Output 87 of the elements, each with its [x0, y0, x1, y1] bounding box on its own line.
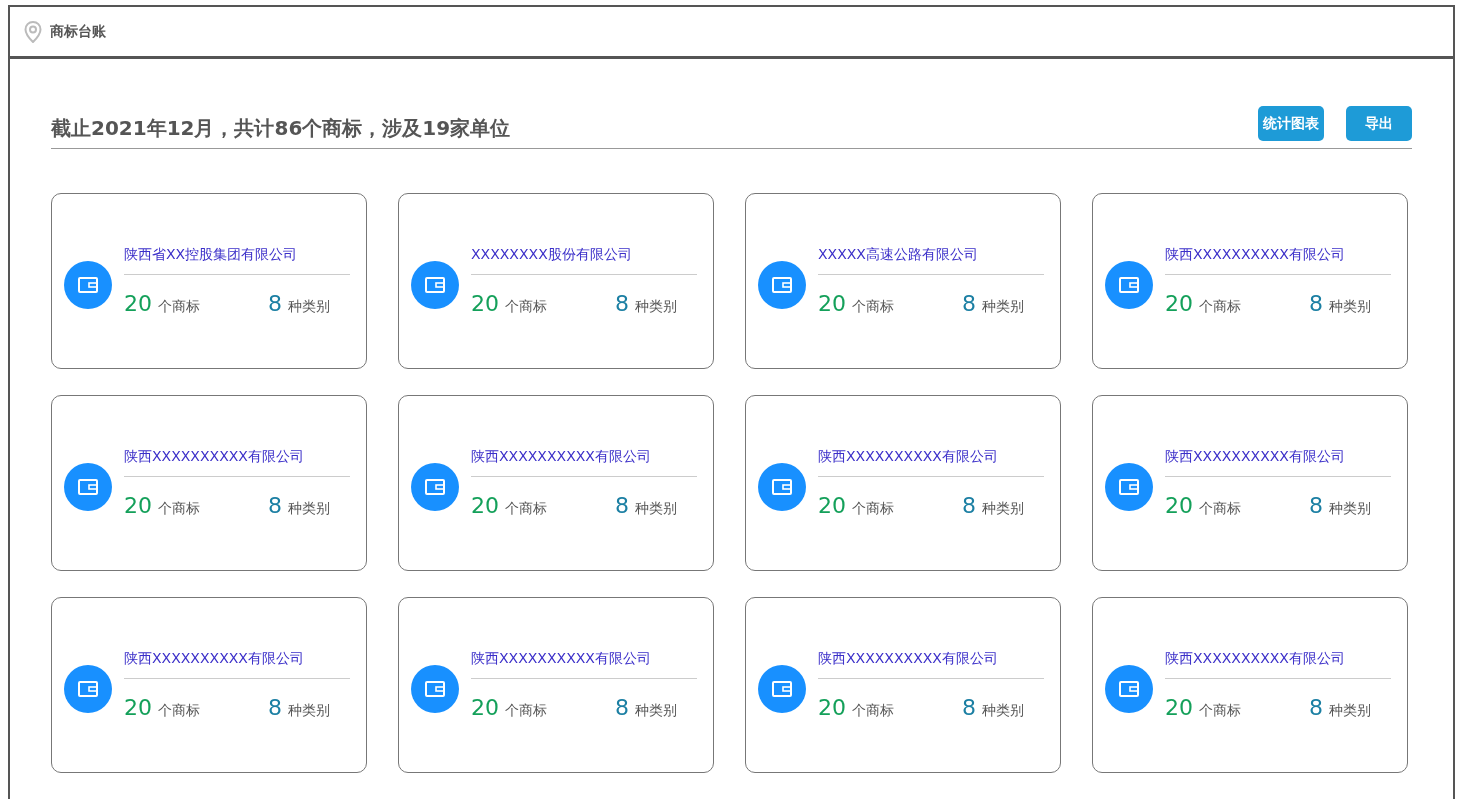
- trademark-unit: 个商标: [852, 702, 894, 720]
- trademark-unit: 个商标: [505, 500, 547, 518]
- wallet-icon: [425, 479, 445, 495]
- trademark-count: 20: [1165, 493, 1193, 518]
- category-count: 8: [268, 493, 282, 518]
- category-count: 8: [1309, 695, 1323, 720]
- company-card[interactable]: 陕西XXXXXXXXXX有限公司 20 个商标 8 种类别: [745, 597, 1061, 773]
- category-unit: 种类别: [982, 298, 1024, 316]
- trademark-count: 20: [471, 695, 499, 720]
- category-unit: 种类别: [635, 298, 677, 316]
- trademark-count: 20: [1165, 291, 1193, 316]
- trademark-unit: 个商标: [1199, 298, 1241, 316]
- category-count: 8: [1309, 493, 1323, 518]
- location-pin-icon: [24, 20, 42, 43]
- company-card[interactable]: 陕西XXXXXXXXXX有限公司 20 个商标 8 种类别: [51, 597, 367, 773]
- category-unit: 种类别: [1329, 500, 1371, 518]
- company-card[interactable]: 陕西XXXXXXXXXX有限公司 20 个商标 8 种类别: [745, 395, 1061, 571]
- trademark-unit: 个商标: [1199, 702, 1241, 720]
- company-name: 陕西XXXXXXXXXX有限公司: [124, 448, 350, 477]
- company-card[interactable]: 陕西XXXXXXXXXX有限公司 20 个商标 8 种类别: [1092, 193, 1408, 369]
- company-name: 陕西XXXXXXXXXX有限公司: [1165, 448, 1391, 477]
- company-name: 陕西XXXXXXXXXX有限公司: [818, 448, 1044, 477]
- trademark-count: 20: [1165, 695, 1193, 720]
- company-name: 陕西省XX控股集团有限公司: [124, 246, 350, 275]
- company-card[interactable]: 陕西XXXXXXXXXX有限公司 20 个商标 8 种类别: [1092, 395, 1408, 571]
- category-count: 8: [962, 291, 976, 316]
- company-name: 陕西XXXXXXXXXX有限公司: [471, 650, 697, 679]
- category-count: 8: [962, 493, 976, 518]
- trademark-count: 20: [124, 493, 152, 518]
- company-card[interactable]: 陕西XXXXXXXXXX有限公司 20 个商标 8 种类别: [1092, 597, 1408, 773]
- trademark-count: 20: [818, 291, 846, 316]
- company-name: XXXXXXXX股份有限公司: [471, 246, 697, 275]
- trademark-count: 20: [124, 291, 152, 316]
- category-unit: 种类别: [288, 702, 330, 720]
- category-unit: 种类别: [635, 702, 677, 720]
- trademark-unit: 个商标: [1199, 500, 1241, 518]
- category-count: 8: [268, 291, 282, 316]
- wallet-icon: [425, 681, 445, 697]
- wallet-icon: [772, 479, 792, 495]
- wallet-icon: [78, 681, 98, 697]
- trademark-count: 20: [818, 493, 846, 518]
- company-name: 陕西XXXXXXXXXX有限公司: [818, 650, 1044, 679]
- trademark-unit: 个商标: [505, 298, 547, 316]
- company-card[interactable]: 陕西省XX控股集团有限公司 20 个商标 8 种类别: [51, 193, 367, 369]
- wallet-icon: [772, 277, 792, 293]
- category-unit: 种类别: [288, 500, 330, 518]
- company-name: 陕西XXXXXXXXXX有限公司: [1165, 246, 1391, 275]
- trademark-unit: 个商标: [852, 500, 894, 518]
- trademark-unit: 个商标: [852, 298, 894, 316]
- category-unit: 种类别: [982, 500, 1024, 518]
- trademark-count: 20: [124, 695, 152, 720]
- category-unit: 种类别: [982, 702, 1024, 720]
- category-count: 8: [615, 493, 629, 518]
- wallet-icon: [78, 277, 98, 293]
- trademark-unit: 个商标: [158, 298, 200, 316]
- trademark-unit: 个商标: [158, 702, 200, 720]
- category-unit: 种类别: [288, 298, 330, 316]
- wallet-icon: [772, 681, 792, 697]
- category-count: 8: [268, 695, 282, 720]
- trademark-count: 20: [471, 493, 499, 518]
- company-card[interactable]: XXXXXXXX股份有限公司 20 个商标 8 种类别: [398, 193, 714, 369]
- category-count: 8: [1309, 291, 1323, 316]
- category-unit: 种类别: [1329, 298, 1371, 316]
- company-name: 陕西XXXXXXXXXX有限公司: [1165, 650, 1391, 679]
- category-count: 8: [615, 695, 629, 720]
- wallet-icon: [1119, 681, 1139, 697]
- company-name: 陕西XXXXXXXXXX有限公司: [471, 448, 697, 477]
- wallet-icon: [1119, 479, 1139, 495]
- wallet-icon: [1119, 277, 1139, 293]
- category-count: 8: [615, 291, 629, 316]
- trademark-count: 20: [471, 291, 499, 316]
- category-count: 8: [962, 695, 976, 720]
- company-card[interactable]: XXXXX高速公路有限公司 20 个商标 8 种类别: [745, 193, 1061, 369]
- trademark-count: 20: [818, 695, 846, 720]
- company-name: XXXXX高速公路有限公司: [818, 246, 1044, 275]
- company-card[interactable]: 陕西XXXXXXXXXX有限公司 20 个商标 8 种类别: [398, 597, 714, 773]
- trademark-unit: 个商标: [158, 500, 200, 518]
- company-card[interactable]: 陕西XXXXXXXXXX有限公司 20 个商标 8 种类别: [398, 395, 714, 571]
- category-unit: 种类别: [1329, 702, 1371, 720]
- summary-text: 截止2021年12月，共计86个商标，涉及19家单位: [51, 115, 511, 142]
- company-name: 陕西XXXXXXXXXX有限公司: [124, 650, 350, 679]
- wallet-icon: [425, 277, 445, 293]
- category-unit: 种类别: [635, 500, 677, 518]
- wallet-icon: [78, 479, 98, 495]
- company-card[interactable]: 陕西XXXXXXXXXX有限公司 20 个商标 8 种类别: [51, 395, 367, 571]
- page-title: 商标台账: [50, 22, 106, 41]
- trademark-unit: 个商标: [505, 702, 547, 720]
